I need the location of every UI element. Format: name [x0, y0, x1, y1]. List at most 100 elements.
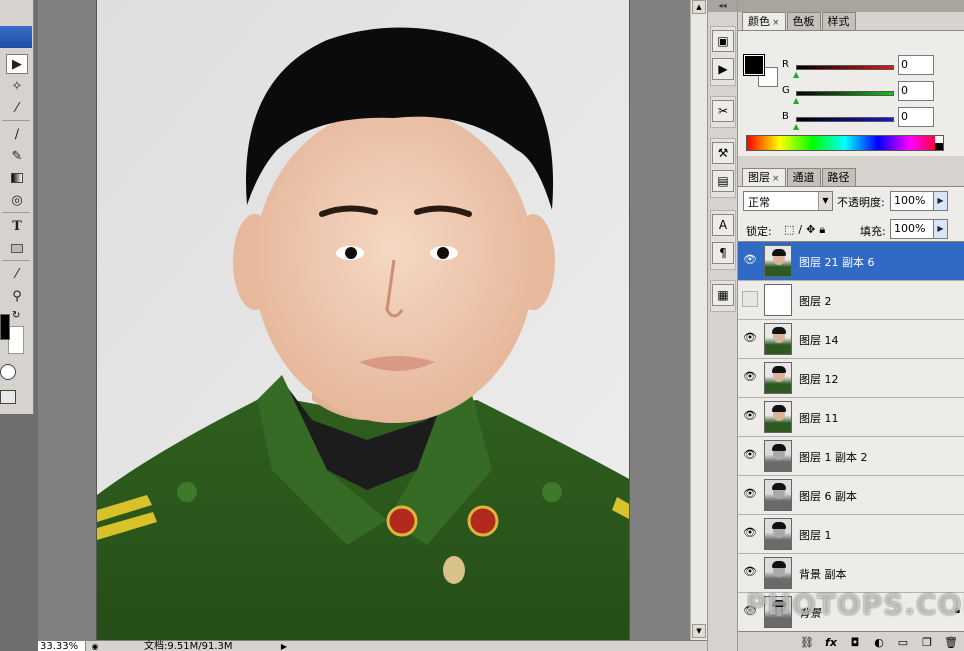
layer-thumbnail: [764, 557, 792, 589]
add-mask-icon[interactable]: ◘: [846, 636, 864, 649]
green-value-input[interactable]: 0: [898, 81, 934, 101]
layer-row[interactable]: 👁︎ 图层 21 副本 6: [738, 242, 964, 281]
tool-presets-icon[interactable]: ✂: [712, 100, 734, 122]
tab-color[interactable]: 颜色 ×: [742, 12, 786, 30]
layer-comps-icon[interactable]: ▦: [712, 284, 734, 306]
lock-pixels-icon[interactable]: ∕: [798, 223, 802, 237]
opacity-input[interactable]: 100% ▶: [890, 191, 948, 211]
close-icon[interactable]: ×: [772, 174, 780, 184]
slider-knob-icon[interactable]: ▲: [793, 122, 799, 131]
blend-mode-select[interactable]: 正常 ▼: [743, 191, 833, 211]
chevron-down-icon[interactable]: ▼: [818, 192, 832, 210]
document-image[interactable]: [96, 0, 630, 640]
slider-knob-icon[interactable]: ▲: [793, 70, 799, 79]
delete-layer-icon[interactable]: 🗑︎: [942, 636, 960, 649]
zoom-level-field[interactable]: 33.33%: [38, 641, 86, 651]
visibility-eye-icon[interactable]: 👁︎: [742, 330, 758, 346]
foreground-color-swatch[interactable]: [0, 314, 10, 340]
swap-colors-icon[interactable]: ↻: [12, 310, 20, 321]
tab-channels[interactable]: 通道: [786, 168, 821, 186]
visibility-eye-icon[interactable]: 👁︎: [742, 564, 758, 580]
panel-grip[interactable]: [738, 0, 964, 12]
visibility-eye-icon[interactable]: 👁︎: [742, 447, 758, 463]
screen-mode-icon[interactable]: [0, 390, 16, 404]
tab-styles[interactable]: 样式: [821, 12, 856, 30]
vertical-scrollbar[interactable]: ▲ ▼: [690, 0, 707, 640]
actions-panel-icon[interactable]: ▶: [712, 58, 734, 80]
status-arrow-icon[interactable]: ▶: [278, 641, 290, 651]
tab-swatches[interactable]: 色板: [786, 12, 821, 30]
layers-panel-tabs: 图层 × 通道 路径: [742, 168, 857, 186]
eyedropper-tool[interactable]: ⁄: [6, 264, 28, 284]
green-slider-track[interactable]: [796, 91, 894, 96]
chevron-right-icon[interactable]: ▶: [933, 220, 947, 238]
red-slider-track[interactable]: [796, 65, 894, 70]
shape-tool[interactable]: [6, 238, 28, 258]
fill-input[interactable]: 100% ▶: [890, 219, 948, 239]
tab-label: 路径: [827, 171, 850, 184]
visibility-toggle-empty[interactable]: [742, 291, 758, 307]
status-menu-icon[interactable]: ◉: [88, 641, 102, 651]
scroll-down-icon[interactable]: ▼: [692, 624, 706, 638]
toolbox-header[interactable]: [0, 26, 32, 48]
layer-row[interactable]: 👁︎ 图层 11: [738, 398, 964, 437]
layer-row[interactable]: 👁︎ 图层 1 副本 2: [738, 437, 964, 476]
quick-mask-icon[interactable]: [0, 364, 16, 380]
type-tool[interactable]: T: [6, 216, 28, 236]
character-panel-icon[interactable]: A: [712, 214, 734, 236]
blue-slider-track[interactable]: [796, 117, 894, 122]
layer-row[interactable]: 👁︎ 背景 🔒︎: [738, 593, 964, 631]
color-spectrum-bar[interactable]: [746, 135, 944, 151]
brush-tool[interactable]: ∕: [6, 124, 28, 144]
blur-tool[interactable]: ◎: [6, 190, 28, 210]
visibility-eye-icon[interactable]: 👁︎: [742, 525, 758, 541]
visibility-eye-icon[interactable]: 👁︎: [742, 408, 758, 424]
red-value-input[interactable]: 0: [898, 55, 934, 75]
red-channel-row: R ▲ 0: [782, 55, 962, 79]
new-layer-icon[interactable]: ❐: [918, 636, 936, 649]
link-layers-icon[interactable]: ⛓: [798, 636, 816, 649]
history-brush-tool[interactable]: ✎: [6, 146, 28, 166]
chevron-right-icon[interactable]: ▶: [933, 192, 947, 210]
lock-position-icon[interactable]: ✥: [806, 223, 815, 237]
layer-thumbnail: [764, 596, 792, 628]
background-color-swatch[interactable]: [8, 326, 24, 354]
clone-source-icon[interactable]: ⚒: [712, 142, 734, 164]
paragraph-panel-icon[interactable]: ¶: [712, 242, 734, 264]
layer-name: 背景: [799, 607, 821, 620]
layer-thumbnail: [764, 245, 792, 277]
layer-list[interactable]: 👁︎ 图层 21 副本 6 图层 2 👁︎ 图层 14 👁︎ 图层 12 👁︎: [738, 241, 964, 631]
new-group-icon[interactable]: ▭: [894, 636, 912, 649]
layer-row[interactable]: 👁︎ 图层 6 副本: [738, 476, 964, 515]
dock-collapse-icon[interactable]: ◂◂: [708, 0, 737, 12]
layer-row[interactable]: 👁︎ 背景 副本: [738, 554, 964, 593]
move-tool[interactable]: ▶: [6, 54, 28, 74]
layer-thumbnail: [764, 440, 792, 472]
visibility-eye-icon[interactable]: 👁︎: [742, 369, 758, 385]
scroll-up-icon[interactable]: ▲: [692, 0, 706, 14]
history-panel-icon[interactable]: ▣: [712, 30, 734, 52]
lock-transparency-icon[interactable]: ⬚: [784, 223, 794, 237]
blue-value-input[interactable]: 0: [898, 107, 934, 127]
close-icon[interactable]: ×: [772, 18, 780, 28]
channel-label: R: [782, 59, 789, 70]
brushes-panel-icon[interactable]: ▤: [712, 170, 734, 192]
lock-all-icon[interactable]: 🔒︎: [819, 223, 825, 237]
adjustment-layer-icon[interactable]: ◐: [870, 636, 888, 649]
visibility-eye-icon[interactable]: 👁︎: [742, 486, 758, 502]
visibility-eye-icon[interactable]: 👁︎: [742, 603, 758, 619]
fx-icon[interactable]: fx: [822, 636, 840, 649]
layer-row[interactable]: 图层 2: [738, 281, 964, 320]
visibility-eye-icon[interactable]: 👁︎: [742, 252, 758, 268]
layer-row[interactable]: 👁︎ 图层 12: [738, 359, 964, 398]
slider-knob-icon[interactable]: ▲: [793, 96, 799, 105]
layer-row[interactable]: 👁︎ 图层 14: [738, 320, 964, 359]
layer-row[interactable]: 👁︎ 图层 1: [738, 515, 964, 554]
tab-layers[interactable]: 图层 ×: [742, 168, 786, 186]
magic-wand-tool[interactable]: ✧: [6, 76, 28, 96]
tab-paths[interactable]: 路径: [821, 168, 856, 186]
panel-foreground-swatch[interactable]: [743, 54, 765, 76]
zoom-tool[interactable]: ⚲: [6, 286, 28, 306]
slice-tool[interactable]: ⁄: [6, 98, 28, 118]
gradient-tool[interactable]: [6, 168, 28, 188]
